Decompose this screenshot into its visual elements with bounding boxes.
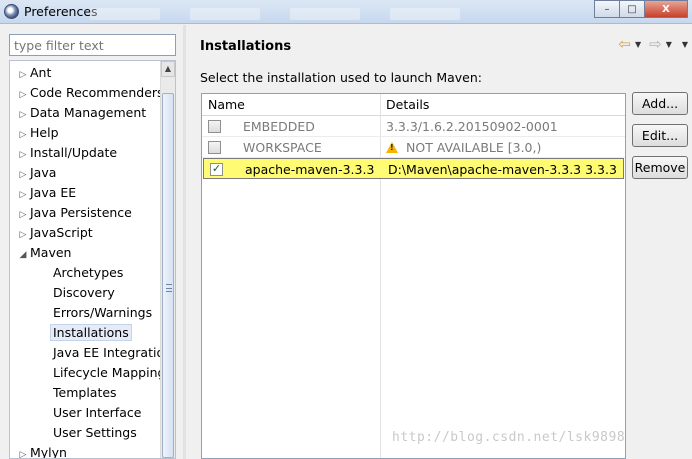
tree-item-label: Archetypes	[53, 265, 124, 280]
installation-details-text: NOT AVAILABLE [3.0,)	[406, 140, 542, 155]
edit-button[interactable]: Edit...	[632, 124, 688, 147]
instructions-label: Select the installation used to launch M…	[200, 70, 482, 85]
maximize-button[interactable]: □	[619, 0, 645, 18]
tree-item[interactable]: ▷ Install/Update	[16, 144, 118, 164]
tree-item-label: Ant	[30, 65, 52, 80]
tree-item[interactable]: ▷ Java Persistence	[16, 204, 132, 222]
preferences-tree: ▷ Mylyn User Settings User Interface Templat…	[9, 60, 176, 459]
installations-page: Installations ⇦ ▼ ⇨ ▼ ▼ Select the insta…	[186, 25, 692, 459]
title-bar: Preferences – □ X	[0, 0, 692, 24]
tree-item-label: Lifecycle Mappings	[53, 365, 172, 380]
installation-details-text: D:\Maven\apache-maven-3.3.3 3.3.3	[388, 162, 617, 177]
page-header: Installations ⇦ ▼ ⇨ ▼ ▼	[186, 25, 692, 63]
installation-details: 3.3.3/1.6.2.20150902-0001	[386, 119, 558, 134]
view-menu-icon[interactable]: ▼	[682, 40, 688, 49]
tree-item[interactable]: Discovery	[53, 284, 115, 302]
installation-checkbox[interactable]	[208, 141, 221, 154]
tree-item[interactable]: Archetypes	[53, 264, 123, 282]
tree-item-label: Java EE Integration	[53, 345, 173, 360]
background-window-tabs	[90, 8, 590, 22]
column-header-details[interactable]: Details	[386, 97, 429, 112]
tree-item[interactable]: ▷ Help	[16, 124, 59, 142]
installations-table: Name Details EMBEDDED 3.3.3/1.6.2.2015090…	[201, 93, 626, 459]
installation-details-text: 3.3.3/1.6.2.20150902-0001	[386, 119, 558, 134]
warning-icon	[386, 142, 398, 153]
tree-item[interactable]: User Interface	[53, 404, 141, 422]
table-header: Name Details	[202, 94, 625, 116]
installation-checkbox[interactable]: ✓	[210, 163, 223, 176]
tree-item[interactable]: ▷ Data Management	[16, 104, 147, 124]
tree-item[interactable]: ▷ Java	[16, 164, 57, 184]
installation-details: D:\Maven\apache-maven-3.3.3 3.3.3	[388, 162, 617, 177]
eclipse-app-icon	[4, 4, 19, 19]
tree-item-label: Help	[30, 125, 59, 140]
tree-item[interactable]: ▷ Java EE	[16, 184, 77, 204]
tree-item[interactable]: ▷ JavaScript	[16, 224, 93, 242]
tree-item-label: User Settings	[53, 425, 137, 440]
remove-button[interactable]: Remove	[632, 156, 688, 179]
tree-item-label: Errors/Warnings	[53, 305, 153, 320]
tree-item-label: Install/Update	[30, 145, 118, 160]
tree-item-label: Templates	[53, 385, 117, 400]
tree-item[interactable]: Errors/Warnings	[53, 304, 152, 322]
tree-item-label: JavaScript	[30, 225, 93, 240]
add-button[interactable]: Add...	[632, 92, 688, 115]
installation-name: WORKSPACE	[243, 140, 322, 155]
preferences-navigation-pane: ▷MylynUser SettingsUser InterfaceTemplat…	[0, 25, 183, 459]
minimize-button[interactable]: –	[594, 0, 620, 18]
scroll-up-icon[interactable]: ▲	[161, 61, 175, 77]
tree-item-label: Data Management	[30, 105, 147, 120]
tree-item-label: Code Recommenders	[30, 85, 164, 100]
tree-item-label: Discovery	[53, 285, 115, 300]
tree-item-label: Maven	[30, 245, 72, 260]
window-controls: – □ X	[594, 0, 688, 18]
filter-input[interactable]	[9, 34, 176, 56]
table-row[interactable]: WORKSPACE NOT AVAILABLE [3.0,)	[202, 137, 625, 158]
tree-item[interactable]: ▷ Ant	[16, 64, 52, 84]
collapsed-arrow-icon[interactable]: ▷	[16, 186, 30, 204]
collapsed-arrow-icon[interactable]: ▷	[16, 146, 30, 164]
back-dropdown-icon[interactable]: ▼	[635, 40, 641, 49]
collapsed-arrow-icon[interactable]: ▷	[16, 226, 30, 244]
close-button[interactable]: X	[644, 0, 688, 18]
tree-item[interactable]: Java EE Integration	[53, 344, 172, 362]
collapsed-arrow-icon[interactable]: ▷	[16, 446, 30, 458]
table-row[interactable]: ✓ apache-maven-3.3.3 D:\Maven\apache-maven…	[203, 158, 624, 179]
installation-name: apache-maven-3.3.3	[245, 162, 375, 177]
page-navigation: ⇦ ▼ ⇨ ▼ ▼	[618, 37, 688, 52]
tree-item-label: Java Persistence	[30, 205, 132, 220]
collapsed-arrow-icon[interactable]: ▷	[16, 86, 30, 104]
tree-item[interactable]: User Settings	[53, 424, 137, 442]
tree-item-label: Java	[30, 165, 57, 180]
tree-item[interactable]: ▷ Code Recommenders	[16, 84, 164, 102]
tree-item-label: Mylyn	[30, 445, 67, 459]
tree-item[interactable]: Installations	[50, 324, 132, 342]
tree-item-label: User Interface	[53, 405, 142, 420]
tree-item[interactable]: ▷ Mylyn	[16, 444, 67, 459]
tree-item-label: Installations	[50, 324, 132, 341]
forward-arrow-icon[interactable]: ⇨	[649, 37, 662, 52]
installation-name: EMBEDDED	[243, 119, 315, 134]
page-title: Installations	[200, 39, 292, 54]
collapsed-arrow-icon[interactable]: ▷	[16, 106, 30, 124]
installation-checkbox[interactable]	[208, 120, 221, 133]
tree-item[interactable]: Templates	[53, 384, 117, 402]
window-title: Preferences	[24, 4, 98, 19]
forward-dropdown-icon[interactable]: ▼	[666, 40, 672, 49]
collapsed-arrow-icon[interactable]: ▷	[16, 206, 30, 224]
expanded-arrow-icon[interactable]: ◢	[16, 246, 30, 264]
tree-item[interactable]: Lifecycle Mappings	[53, 364, 172, 382]
collapsed-arrow-icon[interactable]: ▷	[16, 66, 30, 84]
collapsed-arrow-icon[interactable]: ▷	[16, 166, 30, 184]
scrollbar-thumb[interactable]	[162, 93, 174, 458]
tree-item-label: Java EE	[30, 185, 77, 200]
collapsed-arrow-icon[interactable]: ▷	[16, 126, 30, 144]
tree-item[interactable]: ◢ Maven	[16, 244, 72, 264]
column-header-name[interactable]: Name	[208, 97, 245, 112]
tree-scrollbar[interactable]: ▲	[160, 61, 175, 458]
back-arrow-icon[interactable]: ⇦	[618, 37, 631, 52]
watermark: http://blog.csdn.net/lsk9898	[392, 430, 626, 445]
table-row[interactable]: EMBEDDED 3.3.3/1.6.2.20150902-0001	[202, 116, 625, 137]
installation-details: NOT AVAILABLE [3.0,)	[386, 140, 541, 155]
